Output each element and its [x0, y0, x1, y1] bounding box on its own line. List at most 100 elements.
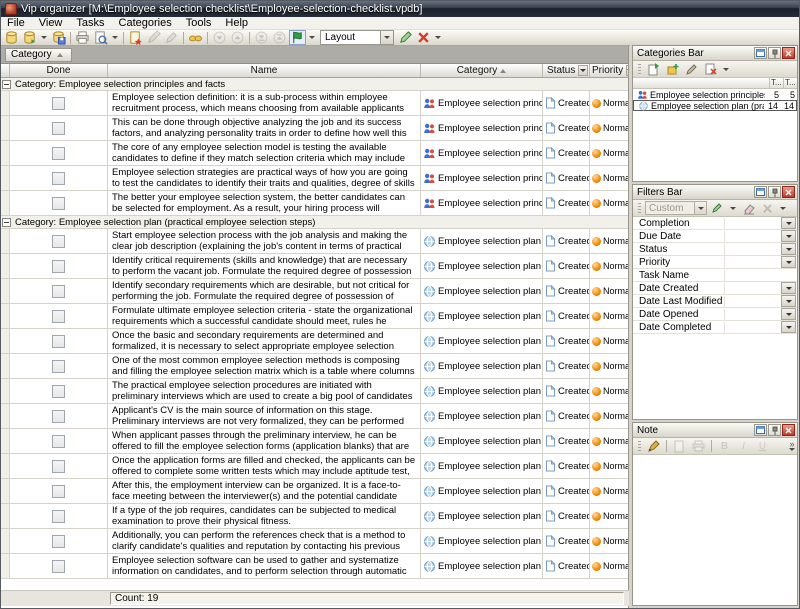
name-cell[interactable]: This can be done through objective analy…	[108, 116, 421, 140]
priority-cell[interactable]: Normal	[590, 141, 628, 165]
menu-categories[interactable]: Categories	[112, 17, 179, 30]
new-subcategory-icon[interactable]	[664, 62, 681, 77]
priority-cell[interactable]: Normal	[590, 429, 628, 453]
done-cell[interactable]	[10, 279, 108, 303]
collapse-group-icon[interactable]	[2, 218, 11, 227]
done-cell[interactable]	[10, 429, 108, 453]
layout-combobox-arrow-icon[interactable]	[380, 31, 393, 44]
priority-cell[interactable]: Normal	[590, 279, 628, 303]
priority-cell[interactable]: Normal	[590, 379, 628, 403]
done-checkbox[interactable]	[52, 122, 65, 135]
edit-category-icon[interactable]	[683, 62, 700, 77]
done-checkbox[interactable]	[52, 172, 65, 185]
task-row[interactable]: When applicant passes through the prelim…	[0, 429, 628, 454]
move-down-icon[interactable]	[211, 30, 228, 45]
note-print-icon[interactable]	[690, 439, 707, 454]
done-cell[interactable]	[10, 166, 108, 190]
delete-layout-icon[interactable]	[415, 30, 432, 45]
done-cell[interactable]	[10, 479, 108, 503]
delete-task-icon[interactable]	[163, 30, 180, 45]
done-checkbox[interactable]	[52, 147, 65, 160]
layouts-flag-icon[interactable]	[289, 30, 306, 45]
filter-dropdown-button[interactable]	[781, 321, 796, 333]
new-database-icon[interactable]	[3, 30, 20, 45]
priority-cell[interactable]: Normal	[590, 529, 628, 553]
category-cell[interactable]: Employee selection plan (practical emplo…	[421, 254, 543, 278]
category-cell[interactable]: Employee selection plan (practical emplo…	[421, 279, 543, 303]
status-cell[interactable]: Created	[543, 279, 590, 303]
done-checkbox[interactable]	[52, 235, 65, 248]
done-cell[interactable]	[10, 191, 108, 215]
move-up-icon[interactable]	[229, 30, 246, 45]
done-cell[interactable]	[10, 354, 108, 378]
menu-file[interactable]: File	[0, 17, 32, 30]
task-row[interactable]: Identify secondary requirements which ar…	[0, 279, 628, 304]
filter-preset-combobox[interactable]: Custom	[645, 201, 707, 215]
status-cell[interactable]: Created	[543, 479, 590, 503]
name-cell[interactable]: Employee selection definition: it is a s…	[108, 91, 421, 115]
status-cell[interactable]: Created	[543, 454, 590, 478]
category-cell[interactable]: Employee selection plan (practical emplo…	[421, 404, 543, 428]
filter-dropdown-button[interactable]	[781, 256, 796, 268]
done-checkbox[interactable]	[52, 335, 65, 348]
menu-tools[interactable]: Tools	[179, 17, 219, 30]
category-cell[interactable]: Employee selection plan (practical emplo…	[421, 304, 543, 328]
name-cell[interactable]: If a type of the job requires, candidate…	[108, 504, 421, 528]
done-cell[interactable]	[10, 404, 108, 428]
filter-dropdown-button[interactable]	[781, 217, 796, 229]
category-cell[interactable]: Employee selection plan (practical emplo…	[421, 229, 543, 253]
open-database-dropdown-icon[interactable]	[41, 36, 47, 39]
menu-help[interactable]: Help	[218, 17, 255, 30]
filters-bar-pin-button[interactable]	[768, 186, 781, 198]
category-cell[interactable]: Employee selection principles and facts	[421, 116, 543, 140]
filters-bar-close-button[interactable]	[782, 186, 795, 198]
category-cell[interactable]: Employee selection plan (practical emplo…	[421, 554, 543, 578]
done-cell[interactable]	[10, 454, 108, 478]
status-cell[interactable]: Created	[543, 229, 590, 253]
filter-dropdown-button[interactable]	[781, 308, 796, 320]
filter-preset-arrow-icon[interactable]	[694, 202, 706, 214]
filter-dropdown-button[interactable]	[781, 243, 796, 255]
categories-col1-header[interactable]: T...	[769, 78, 783, 88]
note-toolbar-overflow-icon[interactable]: »	[789, 441, 795, 451]
task-row[interactable]: Additionally, you can perform the refere…	[0, 529, 628, 554]
category-list-item[interactable]: Employee selection plan (practical emplo…	[633, 100, 797, 111]
task-row[interactable]: Identify critical requirements (skills a…	[0, 254, 628, 279]
category-cell[interactable]: Employee selection plan (practical emplo…	[421, 429, 543, 453]
done-checkbox[interactable]	[52, 460, 65, 473]
clear-filter-eraser-icon[interactable]	[740, 201, 757, 216]
done-checkbox[interactable]	[52, 410, 65, 423]
delete-category-icon[interactable]	[702, 62, 719, 77]
task-row[interactable]: The core of any employee selection model…	[0, 141, 628, 166]
name-cell[interactable]: Start employee selection process with th…	[108, 229, 421, 253]
category-cell[interactable]: Employee selection principles and facts	[421, 191, 543, 215]
priority-cell[interactable]: Normal	[590, 554, 628, 578]
priority-cell[interactable]: Normal	[590, 304, 628, 328]
edit-note-pen-icon[interactable]	[645, 439, 662, 454]
done-checkbox[interactable]	[52, 485, 65, 498]
status-cell[interactable]: Created	[543, 166, 590, 190]
done-checkbox[interactable]	[52, 285, 65, 298]
task-row[interactable]: If a type of the job requires, candidate…	[0, 504, 628, 529]
note-close-button[interactable]	[782, 424, 795, 436]
apply-filter-dropdown-icon[interactable]	[730, 207, 736, 210]
open-database-icon[interactable]	[21, 30, 38, 45]
priority-cell[interactable]: Normal	[590, 191, 628, 215]
name-cell[interactable]: Identify secondary requirements which ar…	[108, 279, 421, 303]
done-cell[interactable]	[10, 116, 108, 140]
filters-bar-float-button[interactable]	[754, 186, 767, 198]
column-header-status[interactable]: Status	[543, 64, 590, 77]
layouts-dropdown-icon[interactable]	[309, 36, 315, 39]
task-row[interactable]: Employee selection strategies are practi…	[0, 166, 628, 191]
priority-cell[interactable]: Normal	[590, 116, 628, 140]
filter-dropdown-button[interactable]	[781, 282, 796, 294]
category-cell[interactable]: Employee selection plan (practical emplo…	[421, 379, 543, 403]
priority-cell[interactable]: Normal	[590, 504, 628, 528]
category-cell[interactable]: Employee selection plan (practical emplo…	[421, 454, 543, 478]
task-row[interactable]: Formulate ultimate employee selection cr…	[0, 304, 628, 329]
priority-cell[interactable]: Normal	[590, 404, 628, 428]
done-checkbox[interactable]	[52, 310, 65, 323]
done-cell[interactable]	[10, 554, 108, 578]
task-row[interactable]: One of the most common employee selectio…	[0, 354, 628, 379]
status-cell[interactable]: Created	[543, 141, 590, 165]
